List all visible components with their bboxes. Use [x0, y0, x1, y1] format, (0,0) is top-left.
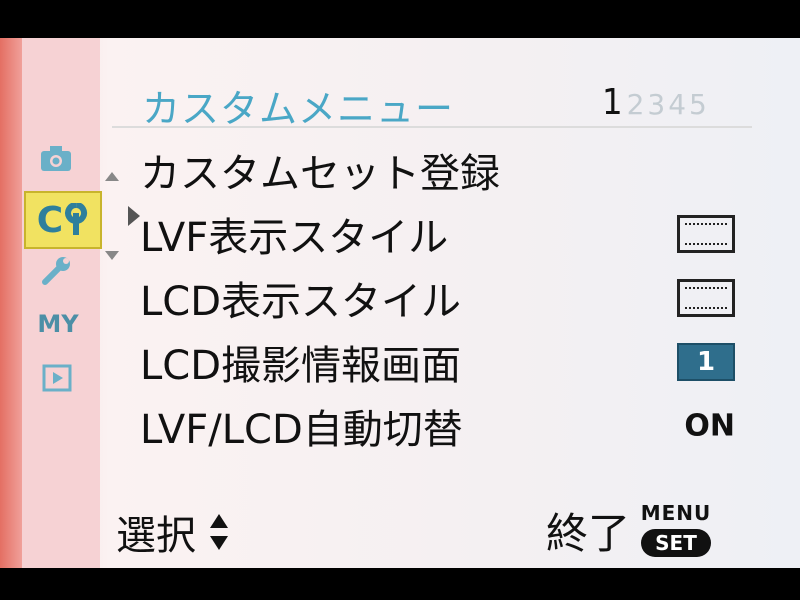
custom-menu-tab[interactable]: C	[24, 191, 102, 249]
menu-title: カスタムメニュー	[142, 87, 455, 131]
menu-set-button-icon: MENU SET	[638, 501, 714, 561]
menu-item-label: LCD表示スタイル	[140, 279, 462, 325]
menu-item-custom-set[interactable]: カスタムセット登録	[140, 138, 750, 202]
footer-select-hint: 選択	[116, 503, 228, 561]
menu-item-auto-switch[interactable]: LVF/LCD自動切替 ON	[140, 394, 750, 458]
menu-item-label: LCD撮影情報画面	[140, 343, 462, 389]
menu-item-lcd-info[interactable]: LCD撮影情報画面 1	[140, 330, 750, 394]
my-menu-tab[interactable]: MY	[37, 310, 78, 338]
setting-value: ON	[684, 408, 735, 444]
menu-item-label: LVF表示スタイル	[140, 215, 449, 261]
scroll-down-icon	[105, 251, 119, 260]
title-divider	[112, 126, 752, 128]
current-page: 1	[602, 82, 623, 123]
camera-menu-screen: C MY カスタムメニュー 1 2345 カスタムセット登録 LVF表示スタイル…	[0, 38, 800, 568]
menu-items: カスタムセット登録 LVF表示スタイル LCD表示スタイル LCD撮影情報画面 …	[140, 138, 750, 458]
page-indicator: 1 2345	[602, 82, 710, 123]
display-style-frame-icon	[677, 215, 735, 253]
play-icon[interactable]	[40, 363, 74, 393]
menu-item-label: カスタムセット登録	[140, 151, 500, 197]
menu-item-label: LVF/LCD自動切替	[140, 407, 463, 453]
other-pages: 2345	[626, 88, 710, 121]
menu-label: MENU	[640, 500, 712, 525]
camera-icon[interactable]	[39, 143, 73, 173]
custom-icon: C	[36, 199, 64, 241]
menu-sidebar: C MY	[22, 38, 140, 568]
select-label: 選択	[116, 513, 196, 559]
menu-item-lcd-style[interactable]: LCD表示スタイル	[140, 266, 750, 330]
scroll-up-icon	[105, 172, 119, 181]
footer-exit-hint[interactable]: 終了 MENU SET	[546, 500, 714, 561]
menu-item-lvf-style[interactable]: LVF表示スタイル	[140, 202, 750, 266]
wrench-icon[interactable]	[39, 256, 73, 286]
edge-strip	[0, 38, 22, 568]
up-down-arrows-icon	[210, 510, 228, 554]
set-label: SET	[641, 528, 712, 557]
wrench-small-icon	[65, 203, 88, 235]
display-style-frame-icon	[677, 279, 735, 317]
selected-arrow-icon	[128, 206, 140, 226]
exit-label: 終了	[546, 509, 631, 558]
setting-value-badge: 1	[677, 343, 735, 381]
